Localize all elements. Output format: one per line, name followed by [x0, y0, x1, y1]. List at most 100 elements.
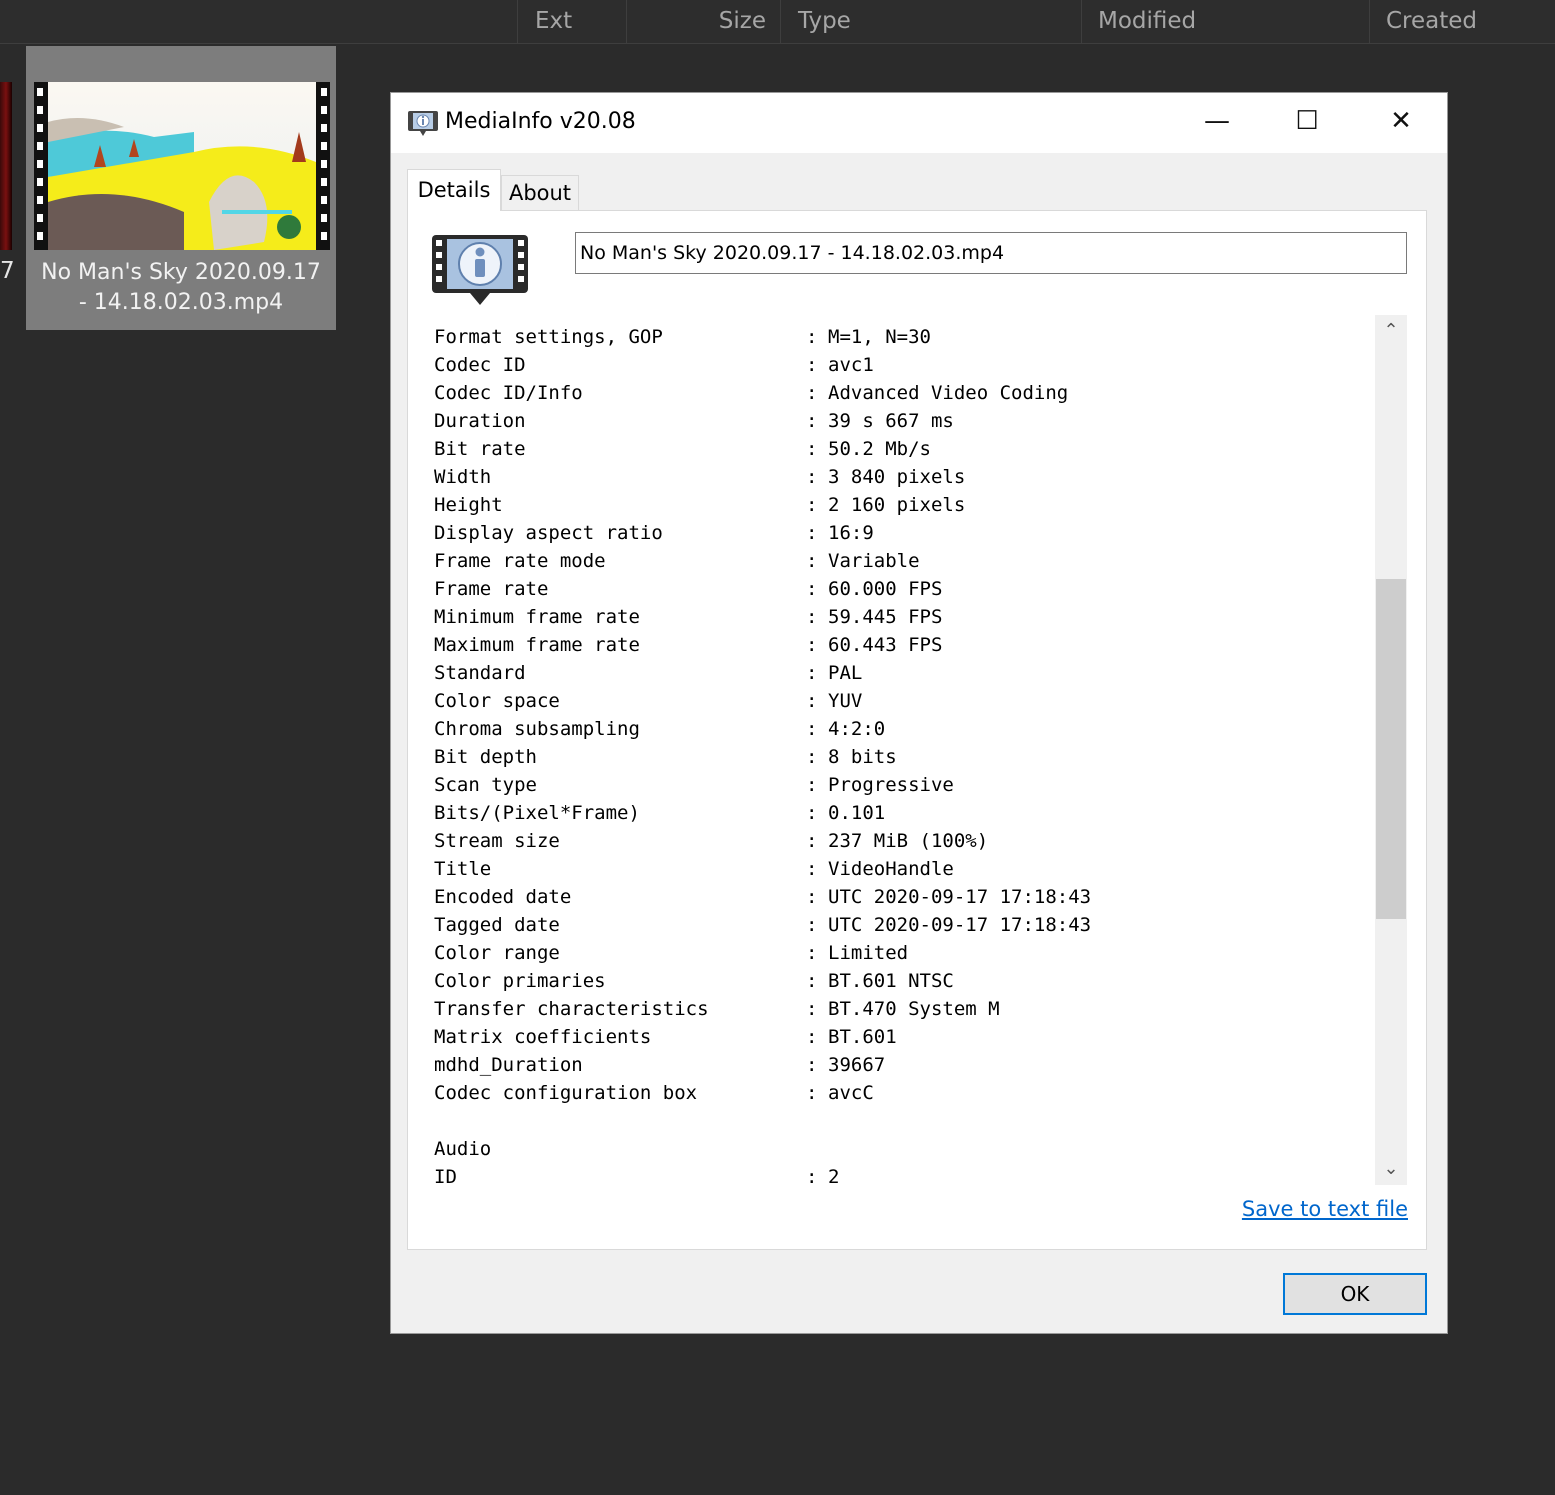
info-key: Bit rate [434, 438, 526, 460]
dialog-title: MediaInfo v20.08 [445, 109, 636, 134]
info-value: 16:9 [828, 522, 874, 544]
info-key: Height [434, 494, 503, 516]
filename-field[interactable]: No Man's Sky 2020.09.17 - 14.18.02.03.mp… [575, 232, 1407, 274]
info-row: Codec ID avc1: [434, 351, 1374, 379]
info-value: 2 [828, 1166, 840, 1185]
scroll-up-icon[interactable]: ⌃ [1375, 315, 1407, 347]
info-value: avc1 [828, 354, 874, 376]
info-separator: : [806, 382, 818, 404]
info-row: Minimum frame rate 59.445 FPS: [434, 603, 1374, 631]
info-separator: : [806, 802, 818, 824]
info-separator: : [806, 466, 818, 488]
info-key: ID [434, 1166, 457, 1185]
info-row: Maximum frame rate 60.443 FPS: [434, 631, 1374, 659]
partial-thumbnail[interactable] [0, 82, 12, 250]
info-separator: : [806, 606, 818, 628]
info-value: Limited [828, 942, 909, 964]
info-row: Frame rate 60.000 FPS: [434, 575, 1374, 603]
info-row: Codec configuration box avcC: [434, 1079, 1374, 1107]
info-separator: : [806, 1082, 818, 1104]
info-key: Width [434, 466, 492, 488]
info-row: Scan type Progressive: [434, 771, 1374, 799]
info-key: Transfer characteristics [434, 998, 709, 1020]
info-value: Variable [828, 550, 920, 572]
mediainfo-logo-icon [432, 235, 528, 305]
column-type[interactable]: Type [780, 0, 1081, 43]
info-separator: : [806, 746, 818, 768]
info-value: BT.601 [828, 1026, 897, 1048]
info-key: Scan type [434, 774, 537, 796]
info-separator: : [806, 662, 818, 684]
partial-item-label: 7 [0, 258, 15, 284]
info-key: Bits/(Pixel*Frame) [434, 802, 640, 824]
info-value: UTC 2020-09-17 17:18:43 [828, 914, 1092, 936]
info-separator: : [806, 998, 818, 1020]
info-key: Color primaries [434, 970, 606, 992]
column-created[interactable]: Created [1369, 0, 1555, 43]
info-key: Matrix coefficients [434, 1026, 652, 1048]
column-modified[interactable]: Modified [1081, 0, 1369, 43]
info-key: Color space [434, 690, 560, 712]
info-row: ID 2: [434, 1163, 1374, 1185]
info-value: UTC 2020-09-17 17:18:43 [828, 886, 1092, 908]
info-key: Stream size [434, 830, 560, 852]
minimize-button[interactable]: — [1171, 93, 1263, 149]
info-separator: : [806, 354, 818, 376]
info-value: Advanced Video Coding [828, 382, 1069, 404]
info-row: Title VideoHandle: [434, 855, 1374, 883]
info-separator: : [806, 522, 818, 544]
info-text-area[interactable]: Format settings, GOP M=1, N=30: Codec ID av… [432, 315, 1376, 1185]
info-row: Matrix coefficients BT.601: [434, 1023, 1374, 1051]
info-separator: : [806, 942, 818, 964]
info-value: 2 160 pixels [828, 494, 966, 516]
tab-about[interactable]: About [501, 175, 579, 211]
info-separator: : [806, 858, 818, 880]
column-header-bar: Ext Size Type Modified Created [0, 0, 1555, 44]
info-key: Bit depth [434, 746, 537, 768]
info-value: 60.000 FPS [828, 578, 943, 600]
info-separator: : [806, 1026, 818, 1048]
info-value: avcC [828, 1082, 874, 1104]
scroll-down-icon[interactable]: ⌄ [1375, 1153, 1407, 1185]
info-key: Codec ID/Info [434, 382, 583, 404]
info-key: Codec configuration box [434, 1082, 698, 1104]
tab-details[interactable]: Details [407, 169, 501, 211]
info-key: Maximum frame rate [434, 634, 640, 656]
info-row: Encoded date UTC 2020-09-17 17:18:43: [434, 883, 1374, 911]
info-row: Codec ID/Info Advanced Video Coding: [434, 379, 1374, 407]
maximize-button[interactable]: ☐ [1261, 93, 1353, 149]
info-key: Display aspect ratio [434, 522, 663, 544]
info-separator: : [806, 914, 818, 936]
info-key: Minimum frame rate [434, 606, 640, 628]
scrollbar-thumb[interactable] [1376, 579, 1406, 919]
info-separator: : [806, 1054, 818, 1076]
vertical-scrollbar[interactable]: ⌃ ⌄ [1375, 315, 1407, 1185]
info-separator: : [806, 410, 818, 432]
ok-button[interactable]: OK [1283, 1273, 1427, 1315]
save-to-text-file-link[interactable]: Save to text file [1242, 1197, 1408, 1221]
title-bar[interactable]: MediaInfo v20.08 — ☐ ✕ [391, 93, 1447, 153]
info-value: Progressive [828, 774, 954, 796]
mediainfo-app-icon [408, 111, 438, 136]
info-separator: : [806, 886, 818, 908]
info-separator: : [806, 326, 818, 348]
info-key: Duration [434, 410, 526, 432]
column-size[interactable]: Size [626, 0, 780, 43]
info-row: Format settings, GOP M=1, N=30: [434, 323, 1374, 351]
info-value: 4:2:0 [828, 718, 886, 740]
info-value: 0.101 [828, 802, 886, 824]
info-value: 60.443 FPS [828, 634, 943, 656]
video-thumbnail [34, 82, 330, 250]
info-separator: : [806, 578, 818, 600]
info-row: Bits/(Pixel*Frame) 0.101: [434, 799, 1374, 827]
info-value: YUV [828, 690, 863, 712]
info-row: Color range Limited: [434, 939, 1374, 967]
info-row: Color space YUV: [434, 687, 1374, 715]
column-ext[interactable]: Ext [517, 0, 626, 43]
info-value: 59.445 FPS [828, 606, 943, 628]
info-separator: : [806, 634, 818, 656]
selected-file-tile[interactable]: No Man's Sky 2020.09.17 - 14.18.02.03.mp… [26, 46, 336, 330]
info-separator: : [806, 830, 818, 852]
close-button[interactable]: ✕ [1355, 93, 1447, 149]
info-row: Frame rate mode Variable: [434, 547, 1374, 575]
